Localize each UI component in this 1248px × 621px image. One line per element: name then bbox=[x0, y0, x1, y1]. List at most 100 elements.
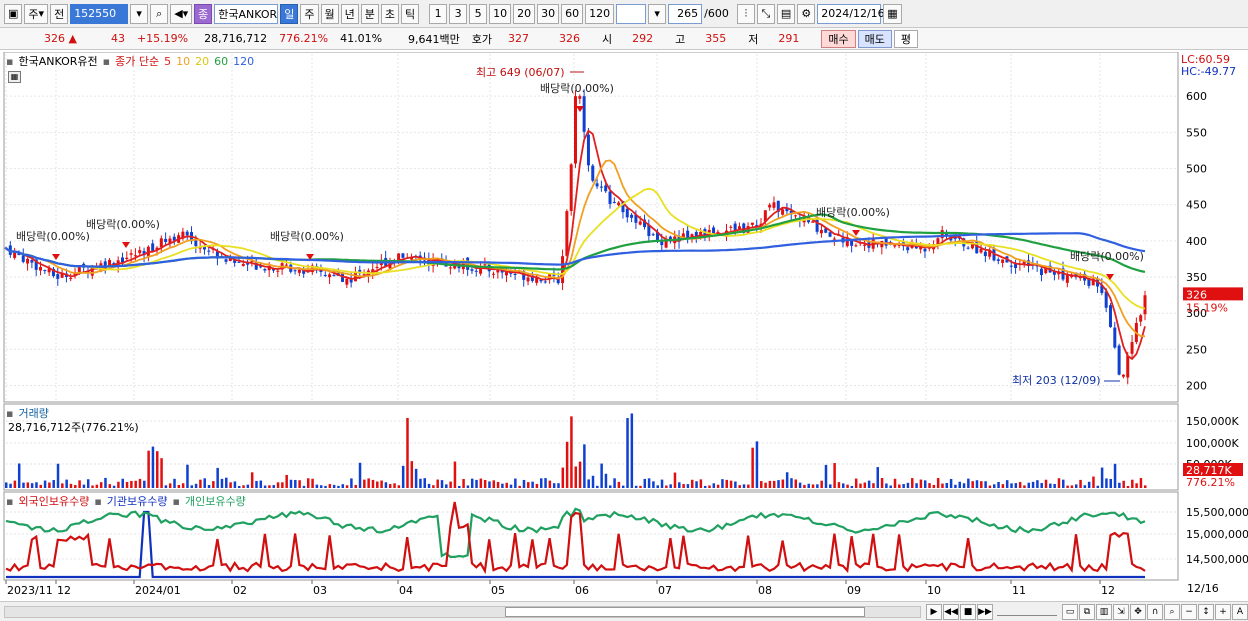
candle-body bbox=[1143, 295, 1147, 315]
type-label: 주 bbox=[28, 7, 39, 21]
chart-area[interactable]: 600 550 500 450 400 350 300 250 200 150,000K 100,0… bbox=[0, 51, 1248, 621]
fast-forward-icon[interactable]: ▶▶ bbox=[977, 603, 993, 620]
volume-bar bbox=[768, 480, 772, 488]
volume-bar bbox=[1113, 463, 1117, 488]
candle-body bbox=[815, 217, 819, 232]
interval-dropdown-icon[interactable]: ▾ bbox=[648, 3, 667, 24]
stock-name-field: 한국ANKOR유 bbox=[214, 3, 279, 24]
ma-60-label: 60 bbox=[214, 54, 229, 68]
sell-button[interactable]: 매도 bbox=[857, 29, 892, 48]
volume-bar bbox=[1027, 482, 1031, 488]
eval-button[interactable]: 평 bbox=[893, 29, 919, 48]
volume-bar bbox=[406, 417, 409, 488]
zoom-slider[interactable] bbox=[997, 608, 1057, 616]
type-select[interactable]: 주 ▾ bbox=[24, 3, 49, 24]
interval-20[interactable]: 20 bbox=[513, 3, 536, 24]
sound-icon[interactable]: ◀▾ bbox=[170, 3, 193, 24]
volume-bar bbox=[811, 484, 815, 488]
save-icon[interactable]: ▤ bbox=[776, 3, 796, 24]
layout-icon[interactable]: ▭ bbox=[1062, 603, 1078, 620]
price-y-label: 600 bbox=[1186, 90, 1207, 103]
table-icon[interactable]: ▦ bbox=[8, 71, 21, 83]
volume-bar bbox=[190, 485, 194, 488]
volume-bar bbox=[954, 484, 957, 488]
volume-bar bbox=[121, 478, 124, 488]
bottom-scrollbar[interactable]: ▶ ◀◀ ■ ▶▶ ▭ ⧉ ▥ ⇲ ✥ ∩ ⌕ − ↕ + A bbox=[0, 601, 1248, 621]
volume-bar bbox=[384, 482, 388, 488]
interval-60[interactable]: 60 bbox=[561, 3, 584, 24]
play-icon[interactable]: ▶ bbox=[926, 603, 942, 620]
x-tick-label: 12 bbox=[57, 584, 71, 597]
interval-1[interactable]: 1 bbox=[429, 3, 448, 24]
stock-code-input[interactable]: 152550 bbox=[70, 3, 129, 24]
volume-bar bbox=[906, 482, 910, 488]
legend-dot-icon: ▪ bbox=[6, 406, 14, 420]
volume-bar bbox=[682, 484, 685, 488]
font-icon[interactable]: A bbox=[1232, 603, 1248, 620]
volume-bar bbox=[958, 481, 961, 488]
code-dropdown-icon[interactable]: ▾ bbox=[130, 3, 149, 24]
candle-body bbox=[832, 238, 836, 240]
candle-body bbox=[125, 257, 129, 259]
volume-bar bbox=[186, 464, 189, 488]
volume-bar bbox=[975, 480, 979, 488]
settings-gear-icon[interactable]: ⚙ bbox=[797, 3, 816, 24]
magnet-icon[interactable]: ∩ bbox=[1147, 603, 1163, 620]
volume-bar bbox=[609, 485, 612, 488]
period-minute[interactable]: 분 bbox=[360, 3, 379, 24]
candle-body bbox=[811, 221, 815, 223]
zoom-in-icon[interactable]: + bbox=[1215, 603, 1231, 620]
buy-button[interactable]: 매수 bbox=[821, 29, 856, 48]
scroll-thumb[interactable] bbox=[505, 606, 865, 617]
zoom-out-icon[interactable]: − bbox=[1181, 603, 1197, 620]
volume-tag: 28,717K776.21% bbox=[1183, 463, 1243, 489]
rewind-icon[interactable]: ◀◀ bbox=[943, 603, 959, 620]
candle-body bbox=[133, 255, 137, 257]
legend-individual: 개인보유수량 bbox=[184, 495, 246, 508]
prev-button[interactable]: 전 bbox=[50, 3, 69, 24]
period-week[interactable]: 주 bbox=[300, 3, 319, 24]
volume-bar bbox=[703, 485, 707, 488]
split-icon[interactable]: ▥ bbox=[1096, 603, 1112, 620]
calendar-icon[interactable]: ▦ bbox=[883, 3, 902, 24]
zoom-reset-icon[interactable]: ↕ bbox=[1198, 603, 1214, 620]
export-icon[interactable]: ⇲ bbox=[1113, 603, 1129, 620]
move-icon[interactable]: ✥ bbox=[1130, 603, 1146, 620]
volume-bar bbox=[35, 482, 38, 488]
stop-icon[interactable]: ■ bbox=[960, 603, 976, 620]
scroll-track[interactable] bbox=[4, 605, 921, 618]
legend-foreign: 외국인보유수량 bbox=[18, 495, 90, 508]
price-y-label: 500 bbox=[1186, 163, 1207, 176]
copy-icon[interactable]: ⧉ bbox=[1079, 603, 1095, 620]
interval-custom-input[interactable] bbox=[616, 3, 647, 24]
low-annotation: 최저 203 (12/09) bbox=[1012, 374, 1101, 387]
stock-name-value: 한국ANKOR유 bbox=[218, 7, 278, 21]
volume-bar bbox=[514, 478, 517, 488]
period-second[interactable]: 초 bbox=[380, 3, 400, 24]
draw-icon[interactable]: ⤡ bbox=[756, 3, 775, 24]
interval-30[interactable]: 30 bbox=[537, 3, 560, 24]
candle-body bbox=[263, 269, 267, 271]
period-year[interactable]: 년 bbox=[340, 3, 359, 24]
legend-institution: 기관보유수량 bbox=[106, 495, 168, 508]
interval-5[interactable]: 5 bbox=[469, 3, 488, 24]
candle-body bbox=[328, 274, 332, 278]
price-y-label: 350 bbox=[1186, 271, 1207, 284]
period-month[interactable]: 월 bbox=[320, 3, 339, 24]
interval-10[interactable]: 10 bbox=[489, 3, 512, 24]
hc-label: HC:-49.77 bbox=[1181, 65, 1237, 78]
chart-type-icon[interactable]: ⫶ bbox=[736, 3, 755, 24]
chart-svg[interactable]: 600550500450400350300250200150,000K100,0… bbox=[0, 51, 1248, 601]
x-tick-label: 02 bbox=[233, 584, 247, 597]
volume-bar bbox=[56, 463, 60, 488]
x-tick-label: 2023/11 bbox=[7, 584, 53, 597]
interval-120[interactable]: 120 bbox=[585, 3, 615, 24]
period-day[interactable]: 일 bbox=[280, 3, 299, 24]
interval-3[interactable]: 3 bbox=[449, 3, 468, 24]
window-icon[interactable]: ▣ bbox=[4, 3, 23, 24]
zoom-icon[interactable]: ⌕ bbox=[1164, 603, 1180, 620]
count-input[interactable]: 265 bbox=[668, 3, 703, 24]
search-icon[interactable]: ⌕ bbox=[150, 3, 169, 24]
period-tick[interactable]: 틱 bbox=[401, 3, 420, 24]
date-input[interactable]: 2024/12/16 bbox=[817, 3, 885, 24]
